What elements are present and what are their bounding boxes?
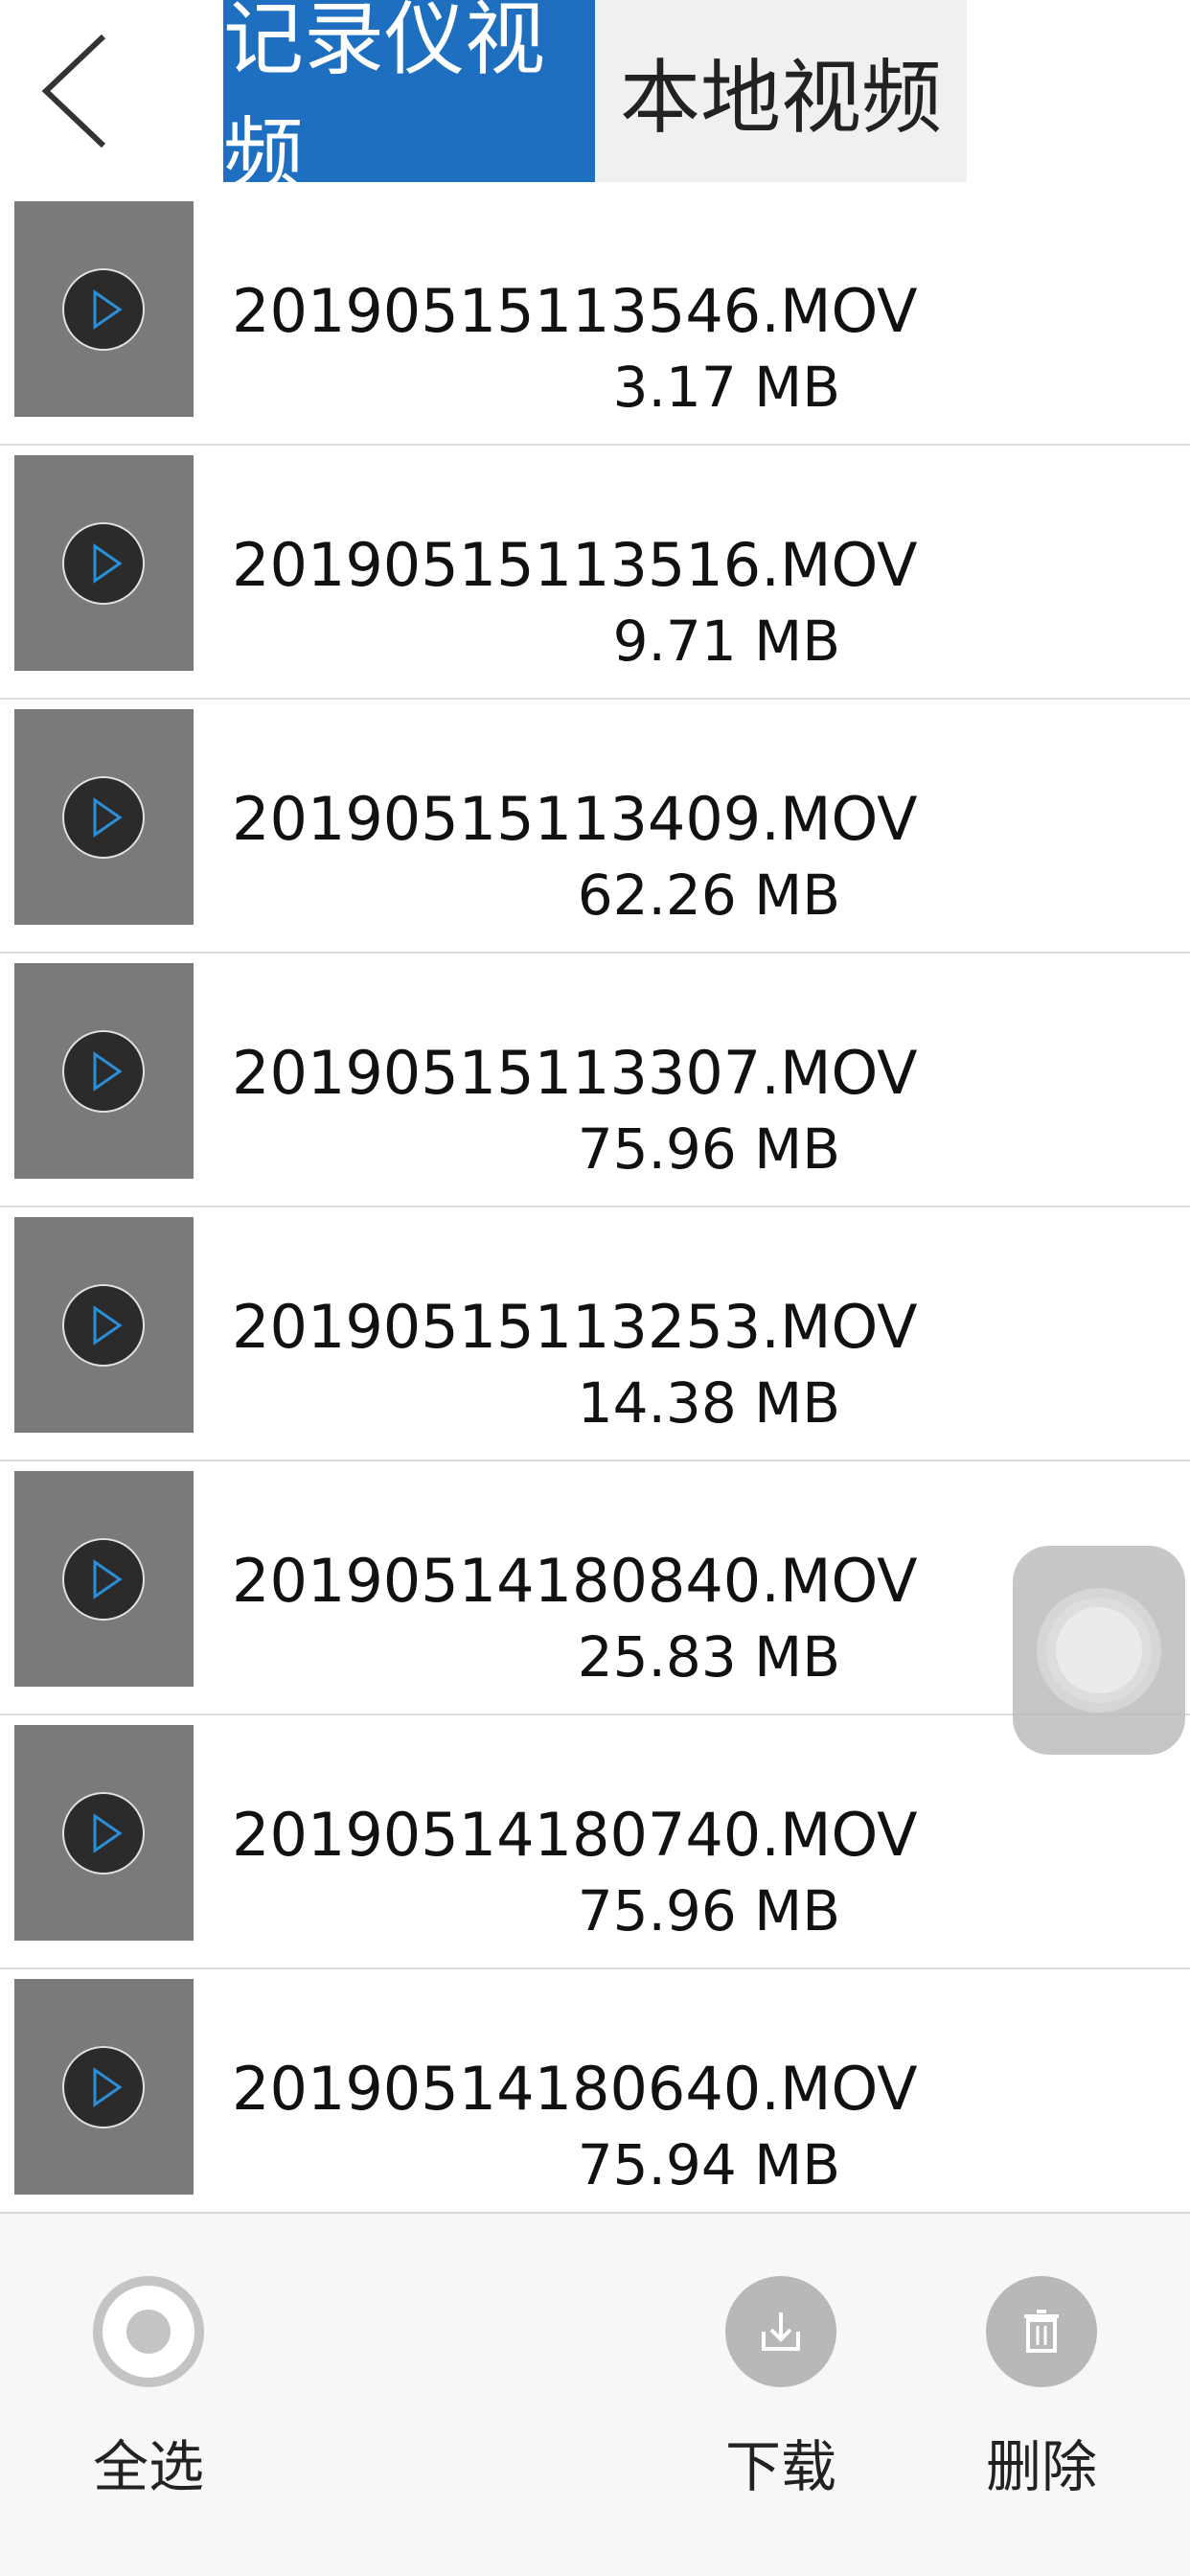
video-row[interactable]: 20190515113516.MOV 9.71 MB [0, 446, 1190, 700]
video-thumbnail [14, 1725, 194, 1941]
play-icon[interactable] [60, 1028, 147, 1115]
play-icon[interactable] [60, 266, 147, 353]
video-filesize: 9.71 MB [612, 609, 840, 674]
play-icon[interactable] [60, 2044, 147, 2130]
download-label: 下载 [724, 2434, 836, 2499]
video-filesize: 62.26 MB [577, 862, 840, 928]
video-filename: 20190515113307.MOV [232, 1038, 918, 1108]
video-filename: 20190515113409.MOV [232, 784, 918, 854]
video-row[interactable]: 20190514180640.MOV 75.94 MB [0, 1969, 1190, 2223]
video-row[interactable]: 20190515113546.MOV 3.17 MB [0, 192, 1190, 446]
video-list: 20190515113546.MOV 3.17 MB 2019051511351… [0, 192, 1190, 2223]
play-icon[interactable] [60, 520, 147, 607]
play-icon[interactable] [60, 1282, 147, 1368]
delete-label: 删除 [985, 2434, 1097, 2499]
video-thumbnail [14, 1217, 194, 1433]
back-button[interactable] [29, 29, 125, 153]
video-thumbnail [14, 709, 194, 925]
play-icon[interactable] [60, 1790, 147, 1876]
bottom-toolbar: 全选 下载 删除 [0, 2212, 1190, 2576]
video-row[interactable]: 20190514180740.MOV 75.96 MB [0, 1715, 1190, 1969]
video-row[interactable]: 20190515113253.MOV 14.38 MB [0, 1208, 1190, 1461]
video-filesize: 75.96 MB [577, 1116, 840, 1182]
select-all-label: 全选 [92, 2434, 204, 2499]
assistive-touch-button[interactable] [1013, 1546, 1185, 1755]
assistive-ring-core [1056, 1607, 1142, 1693]
download-icon [725, 2276, 836, 2387]
video-filename: 20190514180740.MOV [232, 1800, 918, 1870]
header: 记录仪视频 本地视频 [0, 0, 1190, 202]
video-filename: 20190515113516.MOV [232, 530, 918, 600]
video-filename: 20190514180640.MOV [232, 2054, 918, 2124]
video-filesize: 75.94 MB [577, 2132, 840, 2197]
video-filename: 20190514180840.MOV [232, 1546, 918, 1616]
video-row[interactable]: 20190514180840.MOV 25.83 MB [0, 1461, 1190, 1715]
video-row[interactable]: 20190515113409.MOV 62.26 MB [0, 700, 1190, 954]
video-thumbnail [14, 1471, 194, 1687]
play-icon[interactable] [60, 1536, 147, 1622]
video-thumbnail [14, 1979, 194, 2195]
video-filename: 20190515113253.MOV [232, 1292, 918, 1362]
video-filesize: 14.38 MB [577, 1370, 840, 1436]
screen: 记录仪视频 本地视频 20190515113546.MOV 3.17 MB 20… [0, 0, 1190, 2576]
chevron-left-icon [41, 34, 106, 149]
video-filename: 20190515113546.MOV [232, 276, 918, 346]
video-filesize: 25.83 MB [577, 1624, 840, 1690]
radio-dot [126, 2310, 171, 2354]
trash-icon [986, 2276, 1097, 2387]
radio-icon [93, 2276, 204, 2387]
select-all-button[interactable]: 全选 [62, 2276, 235, 2502]
tab-recorder-videos[interactable]: 记录仪视频 [223, 0, 595, 202]
video-thumbnail [14, 963, 194, 1179]
video-row[interactable]: 20190515113307.MOV 75.96 MB [0, 954, 1190, 1208]
video-thumbnail [14, 455, 194, 671]
video-filesize: 3.17 MB [612, 355, 840, 420]
play-icon[interactable] [60, 774, 147, 861]
tab-local-videos[interactable]: 本地视频 [595, 0, 967, 182]
video-filesize: 75.96 MB [577, 1878, 840, 1944]
delete-button[interactable]: 删除 [955, 2276, 1128, 2502]
video-thumbnail [14, 201, 194, 417]
download-button[interactable]: 下载 [695, 2276, 867, 2502]
